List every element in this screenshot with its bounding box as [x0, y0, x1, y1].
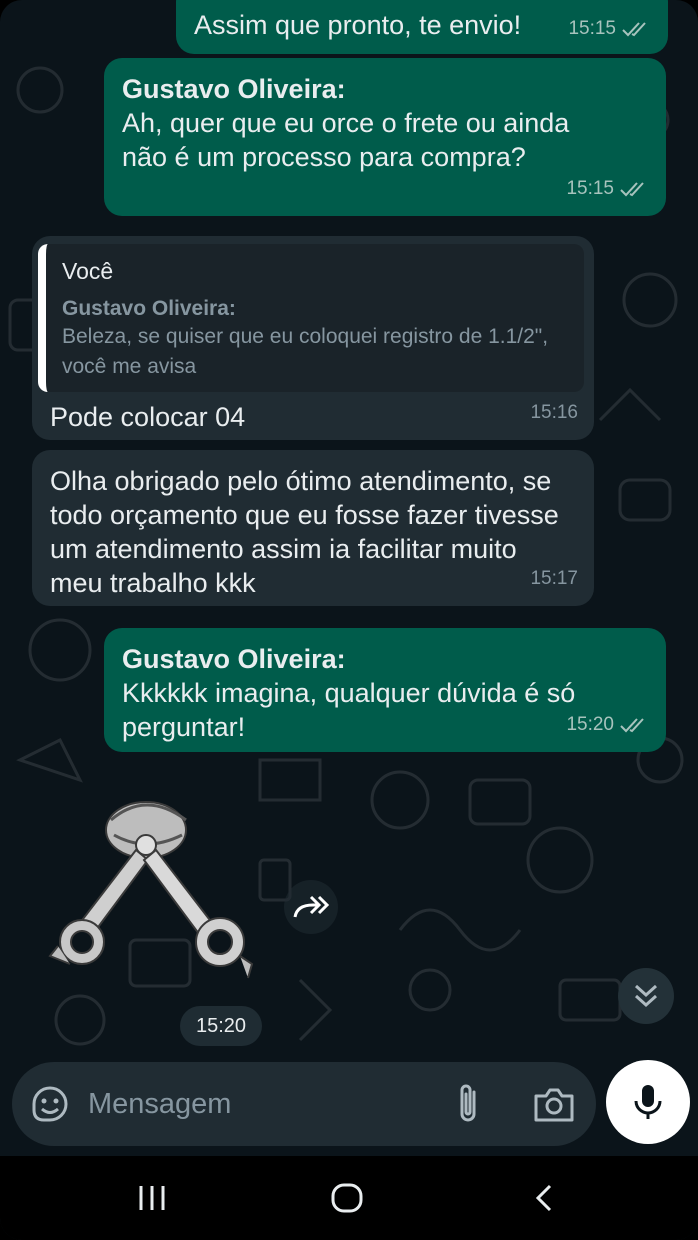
back-icon	[535, 1184, 552, 1212]
forward-button[interactable]	[284, 880, 338, 934]
message-meta: 15:20	[566, 708, 650, 742]
recent-apps-icon	[139, 1186, 165, 1210]
sticker-emoji-icon[interactable]	[30, 1084, 70, 1124]
piston-sticker[interactable]	[36, 790, 266, 990]
message-sender: Gustavo Oliveira:	[122, 74, 346, 104]
message-text: Kkkkkk imagina, qualquer dúvida é só per…	[122, 678, 576, 742]
forward-icon	[293, 895, 330, 918]
message-text: Ah, quer que eu orce o frete ou ainda nã…	[122, 108, 570, 172]
double-check-icon	[622, 22, 646, 37]
message-bubble-outgoing[interactable]: Gustavo Oliveira: Ah, quer que eu orce o…	[104, 58, 666, 216]
quote-sender: Gustavo Oliveira:	[62, 297, 236, 320]
scroll-down-button[interactable]	[618, 968, 674, 1024]
message-composer	[12, 1062, 596, 1146]
chat-screen: Assim que pronto, te envio! 15:15 Gustav…	[0, 0, 698, 1240]
system-nav-bar	[0, 1156, 698, 1240]
microphone-icon	[634, 1085, 662, 1119]
quote-text: Beleza, se quiser que eu coloquei regist…	[62, 325, 549, 378]
message-time: 15:20	[566, 714, 614, 735]
message-time: 15:17	[530, 568, 578, 589]
camera-icon[interactable]	[532, 1084, 576, 1124]
sticker-time: 15:20	[180, 1006, 262, 1046]
quoted-message[interactable]: Você Gustavo Oliveira: Beleza, se quiser…	[38, 244, 584, 392]
message-bubble-incoming[interactable]: Olha obrigado pelo ótimo atendimento, se…	[32, 450, 594, 606]
recent-apps-button[interactable]	[132, 1180, 172, 1216]
back-button[interactable]	[524, 1180, 564, 1216]
double-chevron-down-icon	[634, 984, 658, 1008]
message-meta: 15:15	[566, 172, 650, 206]
message-meta: 15:15	[568, 12, 652, 46]
message-text: Pode colocar 04	[50, 402, 246, 432]
message-meta: 15:17	[530, 562, 578, 596]
message-bubble-outgoing[interactable]: Gustavo Oliveira: Kkkkkk imagina, qualqu…	[104, 628, 666, 752]
message-time: 15:16	[530, 402, 578, 423]
mic-button[interactable]	[606, 1060, 690, 1144]
message-time: 15:15	[566, 178, 614, 199]
message-meta: 15:16	[530, 396, 578, 430]
quote-author: Você	[62, 258, 114, 284]
home-icon	[331, 1183, 363, 1213]
home-button[interactable]	[327, 1180, 367, 1216]
paperclip-icon[interactable]	[450, 1082, 486, 1126]
message-sender: Gustavo Oliveira:	[122, 644, 346, 674]
message-bubble-outgoing[interactable]: Assim que pronto, te envio! 15:15	[176, 0, 668, 54]
double-check-icon	[620, 182, 644, 197]
message-time: 15:15	[568, 18, 616, 39]
message-bubble-incoming[interactable]: Você Gustavo Oliveira: Beleza, se quiser…	[32, 236, 594, 440]
message-text: Olha obrigado pelo ótimo atendimento, se…	[50, 466, 559, 598]
double-check-icon	[620, 718, 644, 733]
message-input[interactable]	[88, 1080, 428, 1128]
